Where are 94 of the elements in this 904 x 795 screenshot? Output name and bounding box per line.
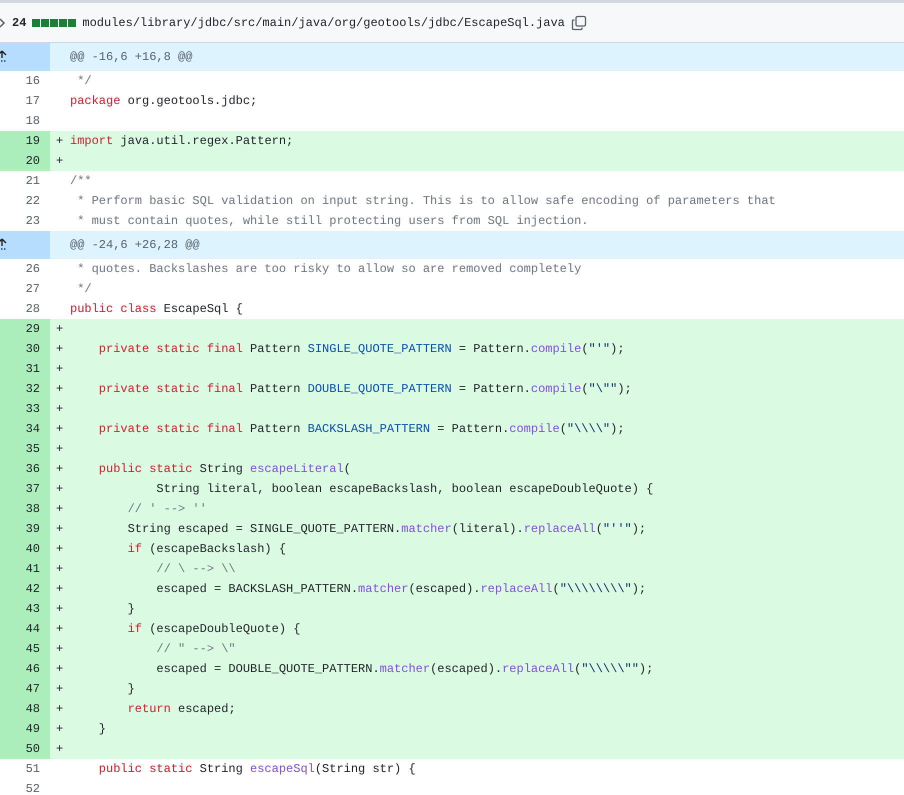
diff-marker: + <box>56 582 64 596</box>
line-number: 41 <box>26 562 40 576</box>
line-number: 23 <box>26 214 40 228</box>
code-line: private static final Pattern SINGLE_QUOTE_PATTERN = Pattern.compile("'"); <box>98 342 625 356</box>
diff-marker: + <box>56 722 64 736</box>
diff-marker: + <box>56 742 64 756</box>
code-line: escaped = BACKSLASH_PATTERN.matcher(escaped).replaceAll("\\\\\\\\"); <box>155 582 646 596</box>
line-number: 47 <box>26 682 40 696</box>
code-line: String escaped = SINGLE_QUOTE_PATTERN.matcher(literal).replaceAll("''"); <box>126 522 646 536</box>
code-line: package org.geotools.jdbc; <box>70 94 258 108</box>
line-number: 22 <box>26 194 40 208</box>
code-line: private static final Pattern DOUBLE_QUOTE_PATTERN = Pattern.compile("\""); <box>98 382 632 396</box>
line-number: 19 <box>26 134 40 148</box>
code-line: import java.util.regex.Pattern; <box>70 134 294 148</box>
diff-marker: + <box>56 342 64 356</box>
line-number: 37 <box>26 482 40 496</box>
line-number: 49 <box>26 722 40 736</box>
diff-marker: + <box>56 702 64 716</box>
code-line: // ' --> '' <box>126 502 207 516</box>
copy-icon <box>570 14 587 30</box>
code-line: } <box>126 682 135 696</box>
line-number: 29 <box>26 322 40 336</box>
code-line: * must contain quotes, while still protecting users from SQL injection. <box>76 214 588 228</box>
code-line: * quotes. Backslashes are too risky to allow so are removed completely <box>76 262 582 276</box>
line-number: 45 <box>26 642 40 656</box>
line-number: 42 <box>26 582 40 596</box>
diff-marker: + <box>56 562 64 576</box>
diff-marker: + <box>56 662 64 676</box>
line-number: 34 <box>26 422 40 436</box>
code-line: // \ --> \\ <box>155 562 236 576</box>
diff-marker: + <box>56 502 64 516</box>
code-line: escaped = DOUBLE_QUOTE_PATTERN.matcher(escaped).replaceAll("\\\\\""); <box>155 662 654 676</box>
hunk-range: @@ -16,6 +16,8 @@ <box>70 50 192 64</box>
diff-marker: + <box>56 322 64 336</box>
line-number: 51 <box>26 762 40 776</box>
line-number: 33 <box>26 402 40 416</box>
code-line: private static final Pattern BACKSLASH_PATTERN = Pattern.compile("\\\\"); <box>98 422 625 436</box>
diff-marker: + <box>56 442 64 456</box>
line-number: 18 <box>26 114 40 128</box>
diffstat-icon <box>32 18 76 26</box>
line-number: 27 <box>26 282 40 296</box>
line-number: 44 <box>26 622 40 636</box>
diff-marker: + <box>56 154 64 168</box>
change-count: 24 <box>12 16 26 30</box>
line-number: 48 <box>26 702 40 716</box>
diff-marker: + <box>56 482 64 496</box>
code-line: public class EscapeSql { <box>70 302 243 316</box>
code-line: public static String escapeLiteral( <box>98 462 351 476</box>
code-line: String literal, boolean escapeBackslash, boolean escapeDoubleQuote) { <box>155 482 654 496</box>
diff-marker: + <box>56 422 64 436</box>
code-line: // " --> \" <box>155 642 236 656</box>
diff-marker: + <box>56 522 64 536</box>
chevron-icon[interactable] <box>0 16 6 28</box>
line-number: 28 <box>26 302 40 316</box>
line-number: 30 <box>26 342 40 356</box>
diff-marker: + <box>56 622 64 636</box>
line-number: 32 <box>26 382 40 396</box>
line-number: 31 <box>26 362 40 376</box>
line-number: 20 <box>26 154 40 168</box>
code-line: /** <box>70 174 92 188</box>
diff-marker: + <box>56 402 64 416</box>
hunk-range: @@ -24,6 +26,28 @@ <box>70 238 200 252</box>
code-line: */ <box>76 282 92 296</box>
code-line: return escaped; <box>126 702 236 716</box>
line-number: 36 <box>26 462 40 476</box>
code-line: */ <box>76 74 92 88</box>
diff-marker: + <box>56 462 64 476</box>
diff-marker: + <box>56 362 64 376</box>
line-number: 40 <box>26 542 40 556</box>
diff-marker: + <box>56 682 64 696</box>
line-number: 43 <box>26 602 40 616</box>
line-number: 46 <box>26 662 40 676</box>
line-number: 50 <box>26 742 40 756</box>
code-line: if (escapeDoubleQuote) { <box>126 622 300 636</box>
line-number: 38 <box>26 502 40 516</box>
line-number: 21 <box>26 174 40 188</box>
diff-marker: + <box>56 134 64 148</box>
diff-marker: + <box>56 542 64 556</box>
line-number: 35 <box>26 442 40 456</box>
code-line: if (escapeBackslash) { <box>126 542 286 556</box>
code-line: } <box>126 602 135 616</box>
code-line: } <box>98 722 106 736</box>
line-number: 17 <box>26 94 40 108</box>
code-line: * Perform basic SQL validation on input string. This is to allow safe encoding of parameters that <box>76 194 776 208</box>
code-line: public static String escapeSql(String str) { <box>98 762 416 776</box>
line-number: 39 <box>26 522 40 536</box>
copy-button[interactable] <box>570 14 587 30</box>
diff-marker: + <box>56 382 64 396</box>
line-number: 52 <box>26 782 40 795</box>
line-number: 26 <box>26 262 40 276</box>
diff-marker: + <box>56 642 64 656</box>
line-number: 16 <box>26 74 40 88</box>
file-path: modules/library/jdbc/src/main/java/org/geotools/jdbc/EscapeSql.java <box>82 16 565 30</box>
diff-marker: + <box>56 602 64 616</box>
